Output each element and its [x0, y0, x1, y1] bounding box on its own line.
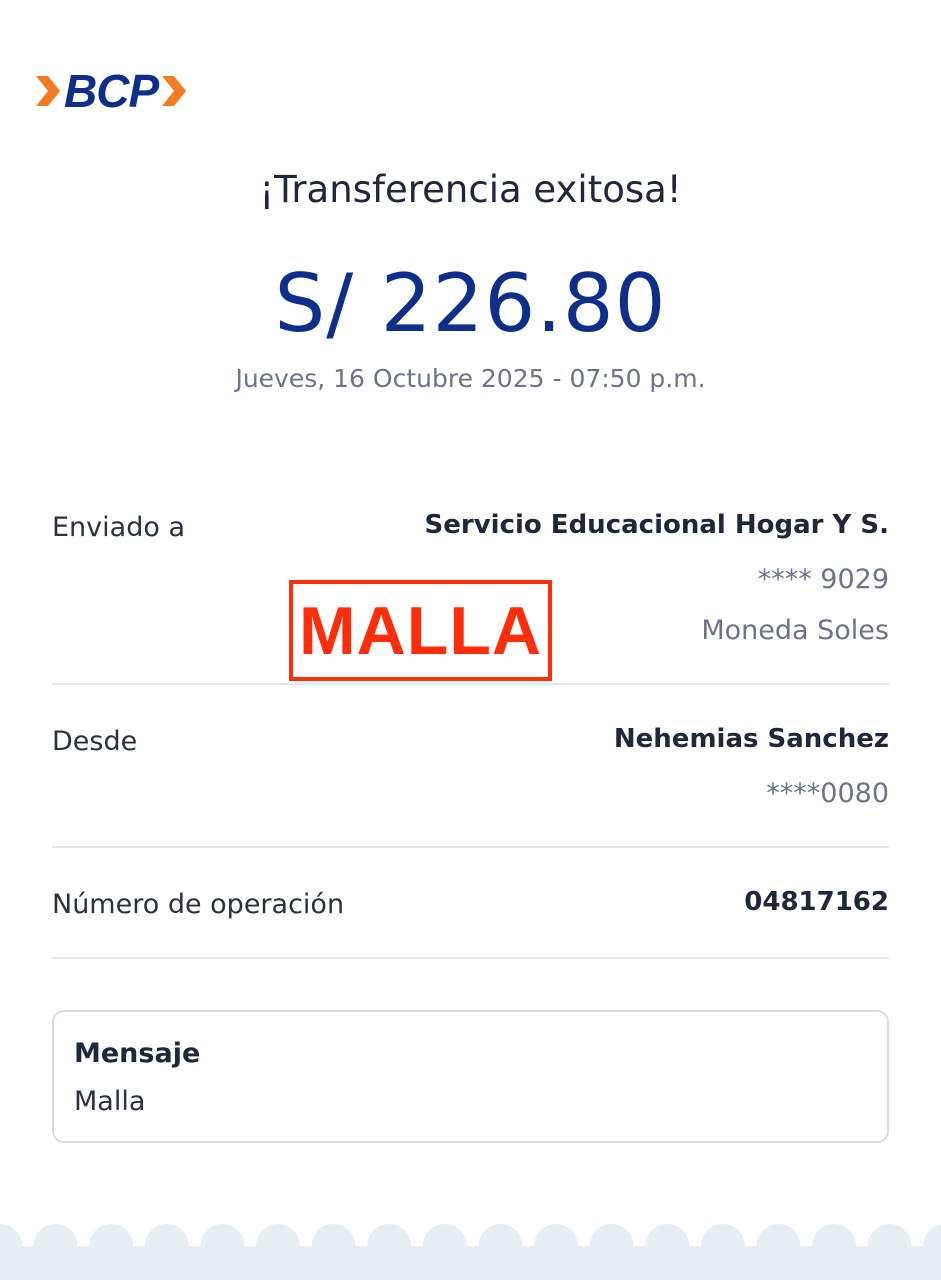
page-title: ¡Transferencia exitosa! — [259, 168, 682, 211]
divider — [52, 957, 889, 959]
recipient-currency: Moneda Soles — [701, 615, 889, 646]
scalloped-footer — [0, 1224, 941, 1280]
malla-stamp: MALLA — [289, 580, 552, 681]
transfer-amount: S/ 226.80 — [274, 257, 667, 350]
chevron-right-icon — [162, 76, 187, 106]
message-card: Mensaje Malla — [52, 1010, 889, 1143]
message-body: Malla — [74, 1086, 146, 1117]
stamp-text: MALLA — [299, 592, 542, 669]
operation-number: 04817162 — [744, 887, 889, 917]
recipient-account: **** 9029 — [757, 564, 889, 595]
transfer-receipt: BCP ¡Transferencia exitosa! S/ 226.80 Ju… — [0, 0, 941, 1280]
message-title: Mensaje — [74, 1038, 201, 1069]
logo-text: BCP — [64, 65, 159, 117]
divider — [52, 846, 889, 848]
divider — [52, 683, 889, 685]
sender-account: ****0080 — [766, 778, 889, 809]
operation-label: Número de operación — [52, 889, 345, 920]
chevron-right-icon — [36, 76, 60, 106]
sent-to-label: Enviado a — [52, 512, 185, 543]
bcp-logo: BCP — [34, 66, 188, 116]
from-label: Desde — [52, 726, 138, 757]
transfer-datetime: Jueves, 16 Octubre 2025 - 07:50 p.m. — [235, 364, 706, 393]
recipient-name: Servicio Educacional Hogar Y S. — [424, 510, 889, 540]
sender-name: Nehemias Sanchez — [613, 724, 889, 754]
